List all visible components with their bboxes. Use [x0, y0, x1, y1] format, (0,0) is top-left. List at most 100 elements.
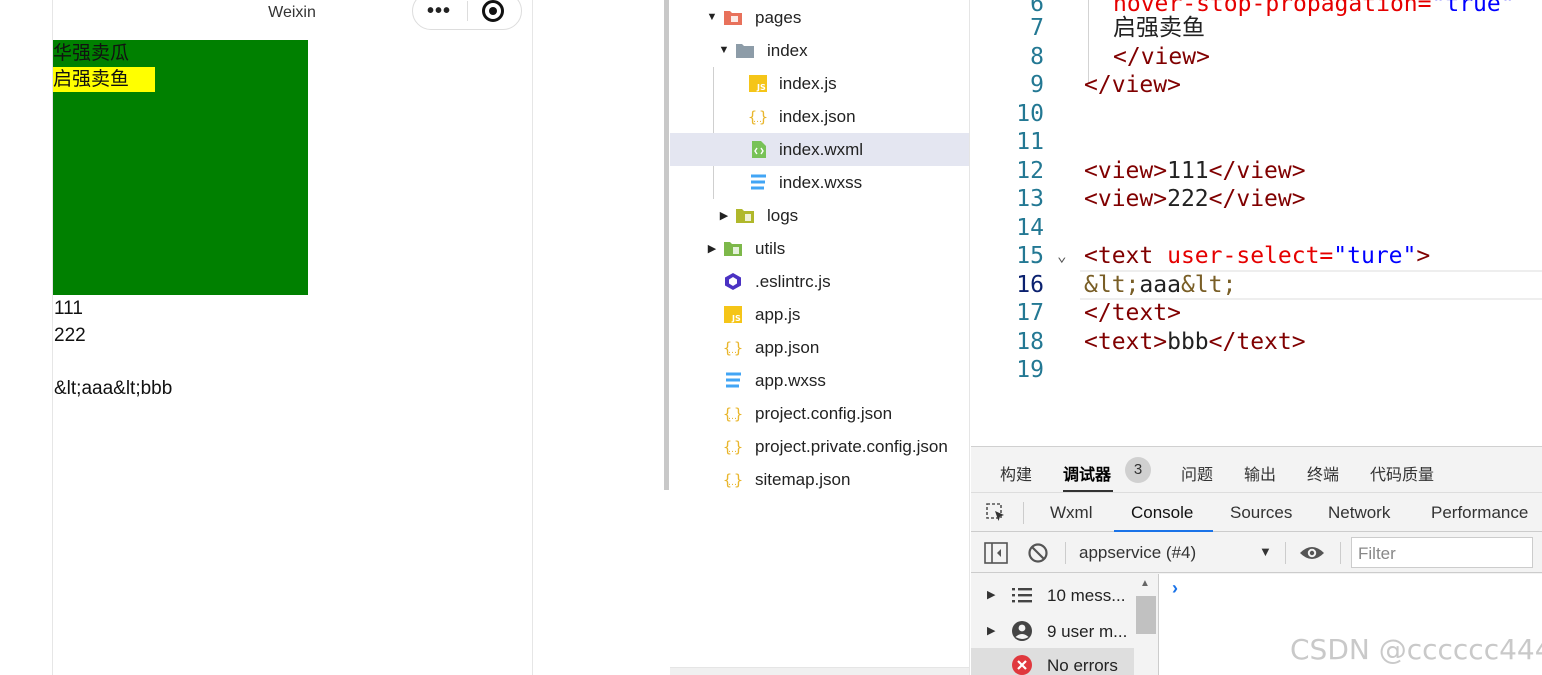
- chevron-down-icon[interactable]: ▼: [718, 44, 730, 56]
- eye-icon[interactable]: [1299, 544, 1325, 562]
- tab-output[interactable]: 输出: [1244, 461, 1276, 485]
- sidebar-errors[interactable]: No errors: [971, 648, 1134, 675]
- css-file-icon: [748, 173, 768, 192]
- filter-input[interactable]: Filter: [1351, 537, 1533, 568]
- code-line-10[interactable]: 10: [971, 100, 1542, 128]
- tab-sources[interactable]: Sources: [1230, 503, 1292, 523]
- sidebar-user-messages-label: 9 user m...: [1047, 622, 1128, 641]
- tree-item-index[interactable]: ▼ index: [670, 34, 969, 67]
- token-tag: text: [1097, 243, 1154, 269]
- code-line-17[interactable]: 17 </text>: [971, 299, 1542, 327]
- tree-item-utils[interactable]: ▶ utils: [670, 232, 969, 265]
- code-line-13[interactable]: 13 <view>222</view>: [971, 185, 1542, 213]
- tree-item-index-wxml[interactable]: index.wxml: [670, 133, 969, 166]
- more-dots-icon[interactable]: •••: [427, 1, 451, 21]
- tree-item-index-json[interactable]: {…} index.json: [670, 100, 969, 133]
- token-tag: view: [1111, 72, 1168, 98]
- token-tag: view: [1140, 44, 1197, 70]
- watermark: CSDN @cccccc444: [1290, 633, 1542, 666]
- clear-console-icon[interactable]: [1027, 542, 1049, 564]
- debugger-badge: 3: [1125, 457, 1151, 483]
- token-br: >: [1196, 44, 1210, 70]
- console-prompt[interactable]: ›: [1172, 578, 1178, 599]
- tab-build[interactable]: 构建: [1000, 461, 1032, 485]
- sidebar-messages[interactable]: ▶ 10 mess...: [971, 578, 1134, 611]
- tab-code-quality[interactable]: 代码质量: [1370, 461, 1434, 485]
- green-view-text: 华强卖瓜: [53, 43, 130, 64]
- tree-item-label: sitemap.json: [755, 470, 851, 489]
- tree-item-app-js[interactable]: JS app.js: [670, 298, 969, 331]
- code-line-11[interactable]: 11: [971, 128, 1542, 156]
- tree-item-sitemap-json[interactable]: {…} sitemap.json: [670, 463, 969, 496]
- code-content: <text>bbb</text>: [1084, 328, 1306, 356]
- line-number: 11: [1016, 129, 1044, 155]
- tree-item-pages[interactable]: ▼ pages: [670, 1, 969, 34]
- code-line-19[interactable]: 19: [971, 356, 1542, 384]
- code-line-18[interactable]: 18 <text>bbb</text>: [971, 328, 1542, 356]
- code-line-15[interactable]: 15 ⌄ <text user-select="ture">: [971, 242, 1542, 270]
- tree-item-label: index.json: [779, 107, 856, 126]
- token-br: </: [1208, 186, 1237, 212]
- code-content: <text user-select="ture">: [1084, 242, 1430, 270]
- toolbar-separator: [1065, 542, 1066, 564]
- token-br: >: [1291, 158, 1306, 184]
- tab-debugger[interactable]: 调试器: [1063, 461, 1111, 485]
- tree-item-index-wxss[interactable]: index.wxss: [670, 166, 969, 199]
- view-111: 111: [54, 298, 83, 319]
- line-number: 16: [1016, 272, 1044, 298]
- sidebar-toggle-icon[interactable]: [984, 542, 1008, 564]
- explorer-scrollbar[interactable]: [670, 667, 969, 675]
- tab-console[interactable]: Console: [1131, 503, 1193, 523]
- tab-network[interactable]: Network: [1328, 503, 1390, 523]
- token-txt: bbb: [1167, 329, 1209, 355]
- tree-item-logs[interactable]: ▶ logs: [670, 199, 969, 232]
- target-icon[interactable]: [482, 0, 504, 22]
- scroll-up-icon[interactable]: ▲: [1140, 578, 1150, 589]
- code-line-14[interactable]: 14: [971, 214, 1542, 242]
- tree-item-label: index.wxss: [779, 173, 863, 192]
- token-ent: &lt;: [1084, 272, 1140, 298]
- css-file-icon: [723, 371, 743, 390]
- chevron-down-icon[interactable]: ⌄: [1057, 242, 1067, 270]
- code-line-16[interactable]: 16 &lt;aaa&lt;: [971, 271, 1542, 299]
- capsule-menu[interactable]: •••: [412, 0, 522, 30]
- code-line-9[interactable]: 9 </view>: [971, 71, 1542, 99]
- tree-item-index-js[interactable]: JS index.js: [670, 67, 969, 100]
- tree-item-label: app.js: [755, 305, 801, 324]
- tab-terminal[interactable]: 终端: [1307, 461, 1339, 485]
- tab-problems[interactable]: 问题: [1181, 461, 1213, 485]
- simulator-resize-handle[interactable]: [664, 0, 669, 490]
- tree-item-label: .eslintrc.js: [755, 272, 831, 291]
- expand-arrow-icon[interactable]: ▶: [987, 624, 995, 637]
- tree-item-project-config-json[interactable]: {…} project.config.json: [670, 397, 969, 430]
- toolbar-separator-2: [1285, 542, 1286, 564]
- json-file-icon: {…}: [723, 437, 743, 456]
- tree-item-eslintrc-js[interactable]: .eslintrc.js: [670, 265, 969, 298]
- code-line-7[interactable]: 7 启强卖鱼: [971, 14, 1542, 42]
- context-dropdown-icon[interactable]: ▼: [1259, 544, 1272, 559]
- code-line-12[interactable]: 12 <view>111</view>: [971, 157, 1542, 185]
- sidebar-scroll-thumb[interactable]: [1136, 596, 1156, 634]
- inspect-element-icon[interactable]: [985, 502, 1007, 524]
- token-tag: text: [1236, 329, 1292, 355]
- tab-wxml[interactable]: Wxml: [1050, 503, 1092, 523]
- code-line-8[interactable]: 8 </view>: [971, 43, 1542, 71]
- chevron-right-icon[interactable]: ▶: [706, 242, 718, 255]
- context-selector[interactable]: appservice (#4): [1079, 543, 1196, 563]
- tree-item-app-wxss[interactable]: app.wxss: [670, 364, 969, 397]
- sidebar-user-messages[interactable]: ▶ 9 user m...: [971, 614, 1134, 647]
- simulator-title: Weixin: [268, 4, 316, 21]
- tree-item-app-json[interactable]: {…} app.json: [670, 331, 969, 364]
- tree-item-project-private-config-json[interactable]: {…} project.private.config.json: [670, 430, 969, 463]
- line-number: 17: [1016, 300, 1044, 326]
- token-txt: 111: [1167, 158, 1209, 184]
- chevron-down-icon[interactable]: ▼: [706, 11, 718, 23]
- tab-performance[interactable]: Performance: [1431, 503, 1528, 523]
- folder-utils-icon: [723, 239, 743, 258]
- svg-text:}: }: [734, 438, 743, 456]
- token-br: </: [1084, 72, 1112, 98]
- token-br: >: [1153, 329, 1168, 355]
- panel-tab-bar: Wxml Console Sources Network Performance: [971, 492, 1542, 533]
- expand-arrow-icon[interactable]: ▶: [987, 588, 995, 601]
- chevron-right-icon[interactable]: ▶: [718, 209, 730, 222]
